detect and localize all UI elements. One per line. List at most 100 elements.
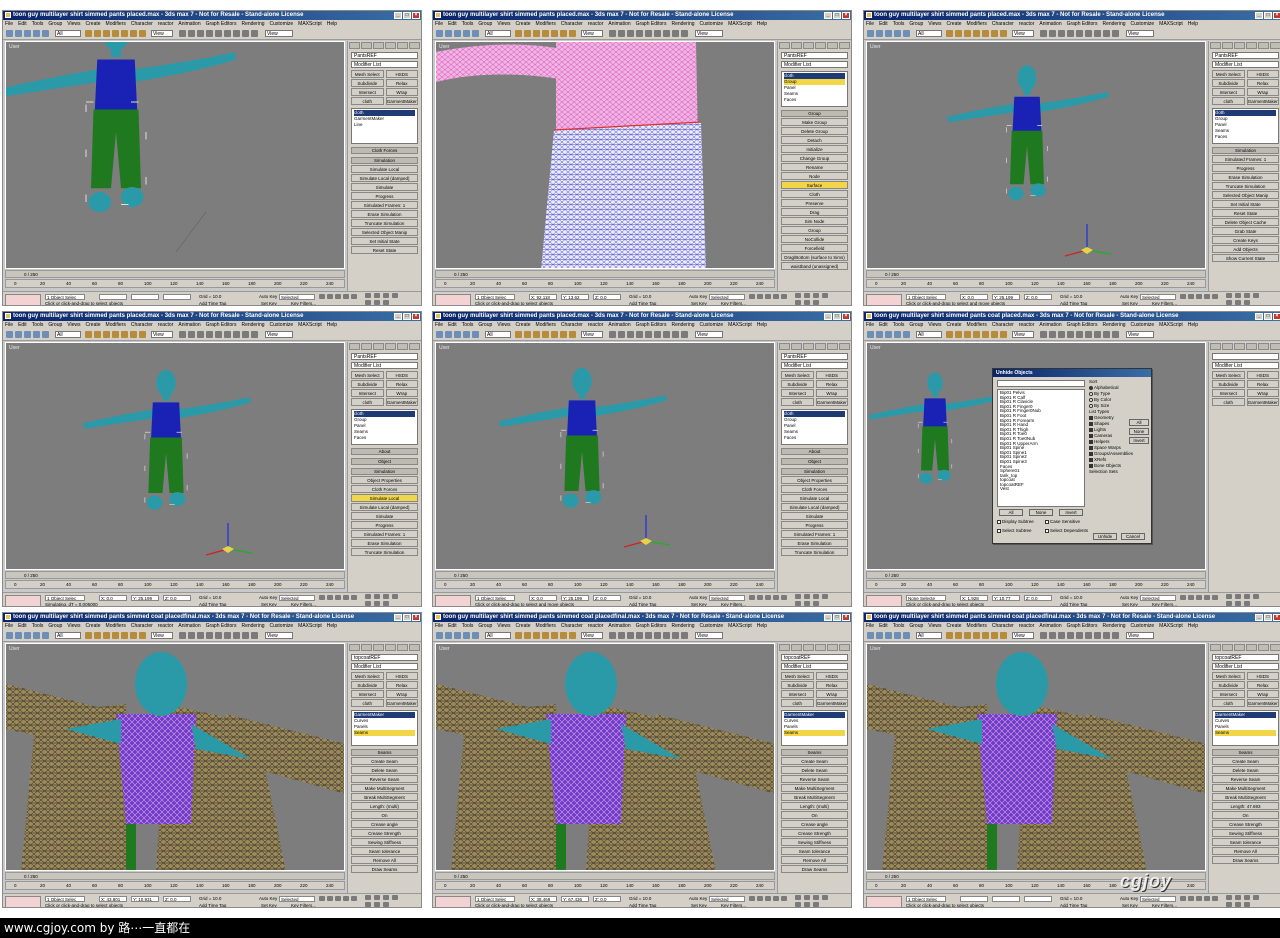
rollout-control[interactable]: Delete Seam [351,766,418,774]
align-icon[interactable] [1058,331,1065,338]
menu-animation[interactable]: Animation [1039,21,1061,27]
render-type-select[interactable]: View [695,331,723,338]
hierarchy-tab-icon[interactable] [803,42,814,49]
select-icon[interactable] [515,632,522,639]
modifier-button[interactable]: HSDS [1246,672,1279,680]
prev-frame-icon[interactable] [1188,896,1194,901]
menu-help[interactable]: Help [327,623,337,629]
rollout-control[interactable]: Simulated Frames: 1 [781,530,848,538]
motion-tab-icon[interactable] [815,644,826,651]
align-icon[interactable] [627,632,634,639]
scale-icon[interactable] [139,632,146,639]
rollout-control[interactable]: Simulate Local (damped) [351,503,418,511]
prev-frame-icon[interactable] [327,294,333,299]
rollout-control[interactable]: Sim Node [781,217,848,225]
menu-customize[interactable]: Customize [1131,623,1155,629]
material-editor-icon[interactable] [663,331,670,338]
rollout-control[interactable]: Truncate Simulation [1212,182,1279,190]
menu-maxscript[interactable]: MAXScript [728,322,752,328]
maximize-viewport-icon[interactable] [383,601,389,606]
menu-maxscript[interactable]: MAXScript [298,21,322,27]
bind-icon[interactable] [472,331,479,338]
zoom-all-icon[interactable] [374,293,380,298]
menu-help[interactable]: Help [1188,21,1198,27]
create-tab-icon[interactable] [779,42,790,49]
menu-reactor[interactable]: reactor [1019,322,1035,328]
modifier-button[interactable]: GarmentMaker [385,699,418,707]
menu-views[interactable]: Views [928,322,941,328]
modifier-button[interactable]: Subdivide [781,681,814,689]
reference-coord-select[interactable]: View [581,632,603,639]
zoom-icon[interactable] [1226,594,1232,599]
play-icon[interactable] [1196,896,1202,901]
coord-y-field[interactable]: Y: 25.199 [992,294,1020,300]
menu-file[interactable]: File [866,322,874,328]
rollout-control[interactable]: On [1212,811,1279,819]
maxscript-listener[interactable] [866,294,902,305]
pan-icon[interactable] [795,601,801,606]
menu-edit[interactable]: Edit [448,21,457,27]
rotate-icon[interactable] [560,30,567,37]
redo-icon[interactable] [876,30,883,37]
menu-reactor[interactable]: reactor [1019,623,1035,629]
close-button[interactable]: × [842,614,850,621]
undo-icon[interactable] [867,30,874,37]
add-time-tag[interactable]: Add Time Tag [629,602,656,606]
time-slider[interactable]: 0 / 250 [435,872,775,880]
unlink-icon[interactable] [33,331,40,338]
zoom-icon[interactable] [795,293,801,298]
rollout-control[interactable]: Create Seam [1212,757,1279,765]
menu-modifiers[interactable]: Modifiers [536,623,556,629]
menu-tools[interactable]: Tools [462,623,474,629]
render-scene-icon[interactable] [672,632,679,639]
pan-icon[interactable] [1226,300,1232,305]
rollout-control[interactable]: Reverse Seam [781,775,848,783]
modifier-button[interactable]: HSDS [815,371,848,379]
modifier-stack[interactable]: cloth Group Panel Seams Faces [781,409,848,445]
selection-filter-select[interactable]: All [916,331,942,338]
set-key-button[interactable]: Set Key [261,903,277,907]
menu-character[interactable]: Character [561,623,583,629]
rollout-header[interactable]: Seams [351,749,418,756]
modifier-button[interactable]: Mesh Select [351,70,384,78]
pivot-icon[interactable] [179,632,186,639]
menu-rendering[interactable]: Rendering [241,623,264,629]
fov-icon[interactable] [822,895,828,900]
menu-reactor[interactable]: reactor [158,21,174,27]
modifier-list-dropdown[interactable]: Modifier List [781,61,848,68]
zoom-icon[interactable] [365,895,371,900]
go-end-icon[interactable] [1212,595,1218,600]
minimize-button[interactable]: _ [1255,614,1263,621]
close-button[interactable]: × [412,614,420,621]
rollout-control[interactable]: Delete Object Cache [1212,218,1279,226]
bind-icon[interactable] [42,30,49,37]
redo-icon[interactable] [445,331,452,338]
menu-graph-editors[interactable]: Graph Editors [1067,322,1098,328]
reference-coord-select[interactable]: View [581,30,603,37]
menu-file[interactable]: File [435,21,443,27]
move-icon[interactable] [982,331,989,338]
quick-render-icon[interactable] [681,30,688,37]
motion-tab-icon[interactable] [815,42,826,49]
selection-filter-select[interactable]: All [485,331,511,338]
rollout-control[interactable]: Create Seam [781,757,848,765]
maxscript-listener[interactable] [866,595,902,606]
menu-modifiers[interactable]: Modifiers [106,21,126,27]
track-bar[interactable]: 0 20 40 60 80 100 120 140 160 180 200 220 240 [435,580,775,589]
material-editor-icon[interactable] [233,632,240,639]
auto-key-button[interactable]: Auto Key [689,896,707,901]
go-end-icon[interactable] [781,896,787,901]
modifier-button[interactable]: cloth [781,699,814,707]
window-crossing-icon[interactable] [973,331,980,338]
undo-icon[interactable] [436,632,443,639]
prev-frame-icon[interactable] [327,896,333,901]
select-icon[interactable] [85,632,92,639]
orbit-icon[interactable] [374,601,380,606]
rotate-icon[interactable] [130,632,137,639]
selection-filter-select[interactable]: All [55,30,81,37]
list-select-button[interactable]: None [1029,509,1053,516]
render-scene-icon[interactable] [1103,30,1110,37]
menu-group[interactable]: Group [48,322,62,328]
coord-x-field[interactable]: X: 38.469 [529,896,557,902]
select-icon[interactable] [515,30,522,37]
